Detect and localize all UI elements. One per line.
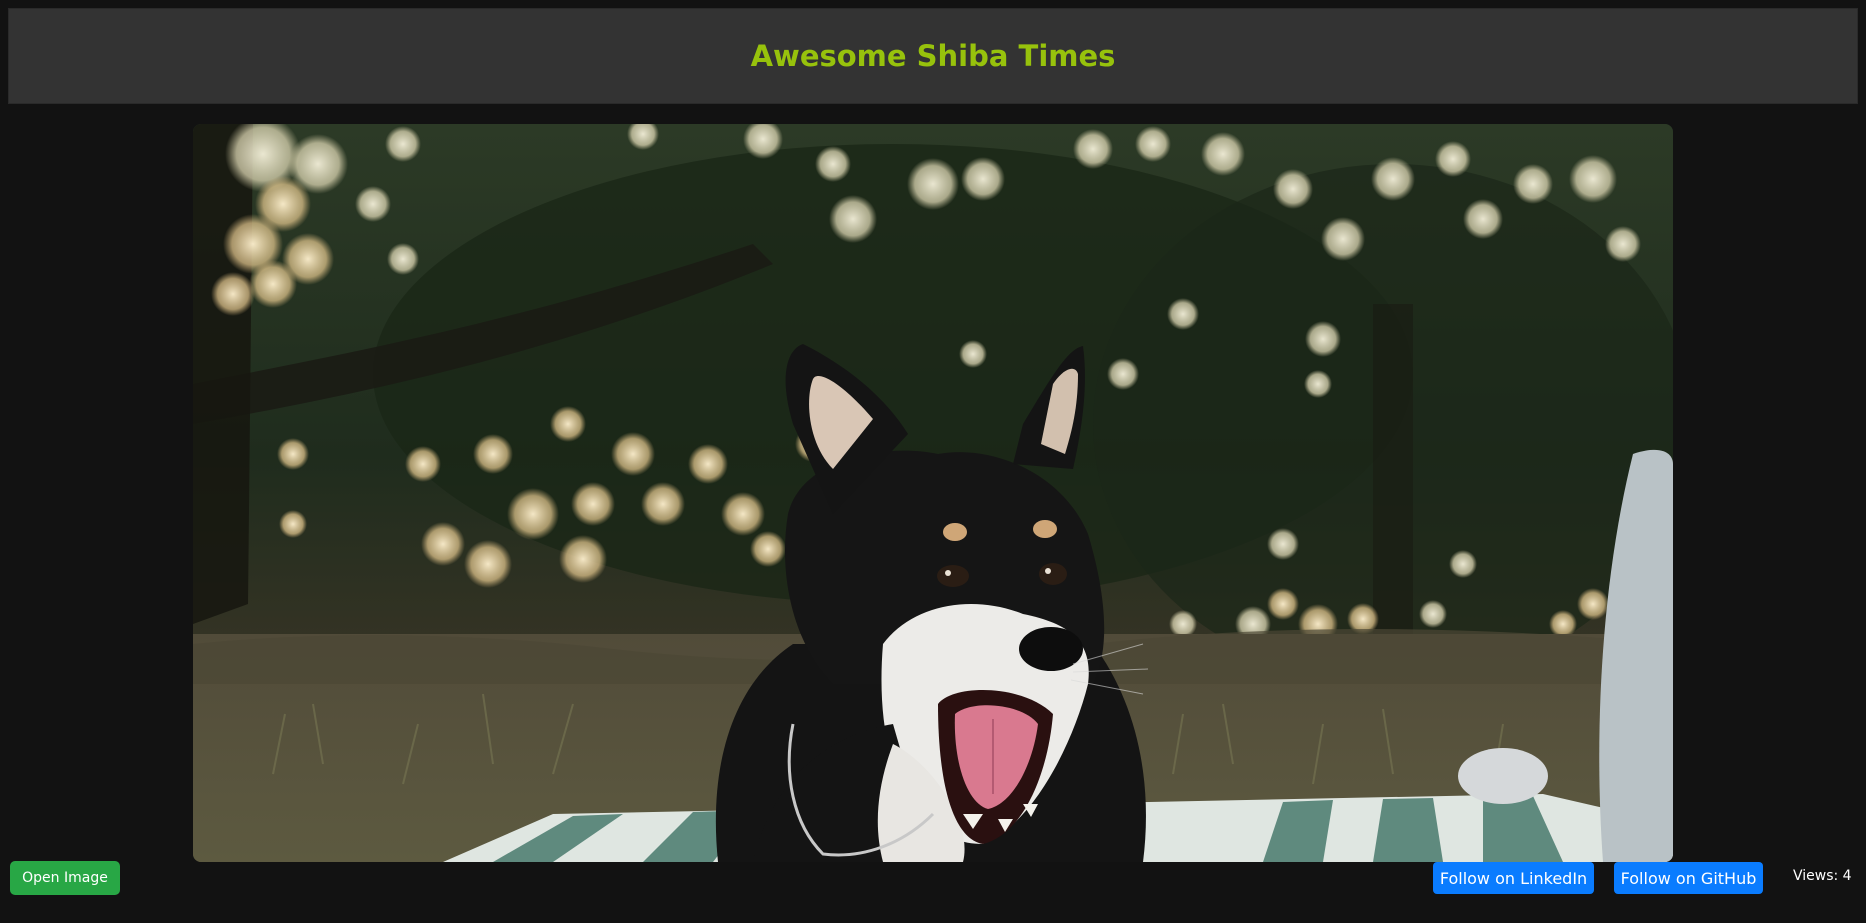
- follow-github-button[interactable]: Follow on GitHub: [1614, 862, 1763, 894]
- open-image-button[interactable]: Open Image: [10, 861, 120, 895]
- view-counter: Views: 4: [1793, 868, 1852, 884]
- follow-linkedin-button[interactable]: Follow on LinkedIn: [1433, 862, 1594, 894]
- page-title: Awesome Shiba Times: [750, 39, 1116, 73]
- page-header: Awesome Shiba Times: [8, 8, 1858, 104]
- shiba-photo: [193, 124, 1673, 862]
